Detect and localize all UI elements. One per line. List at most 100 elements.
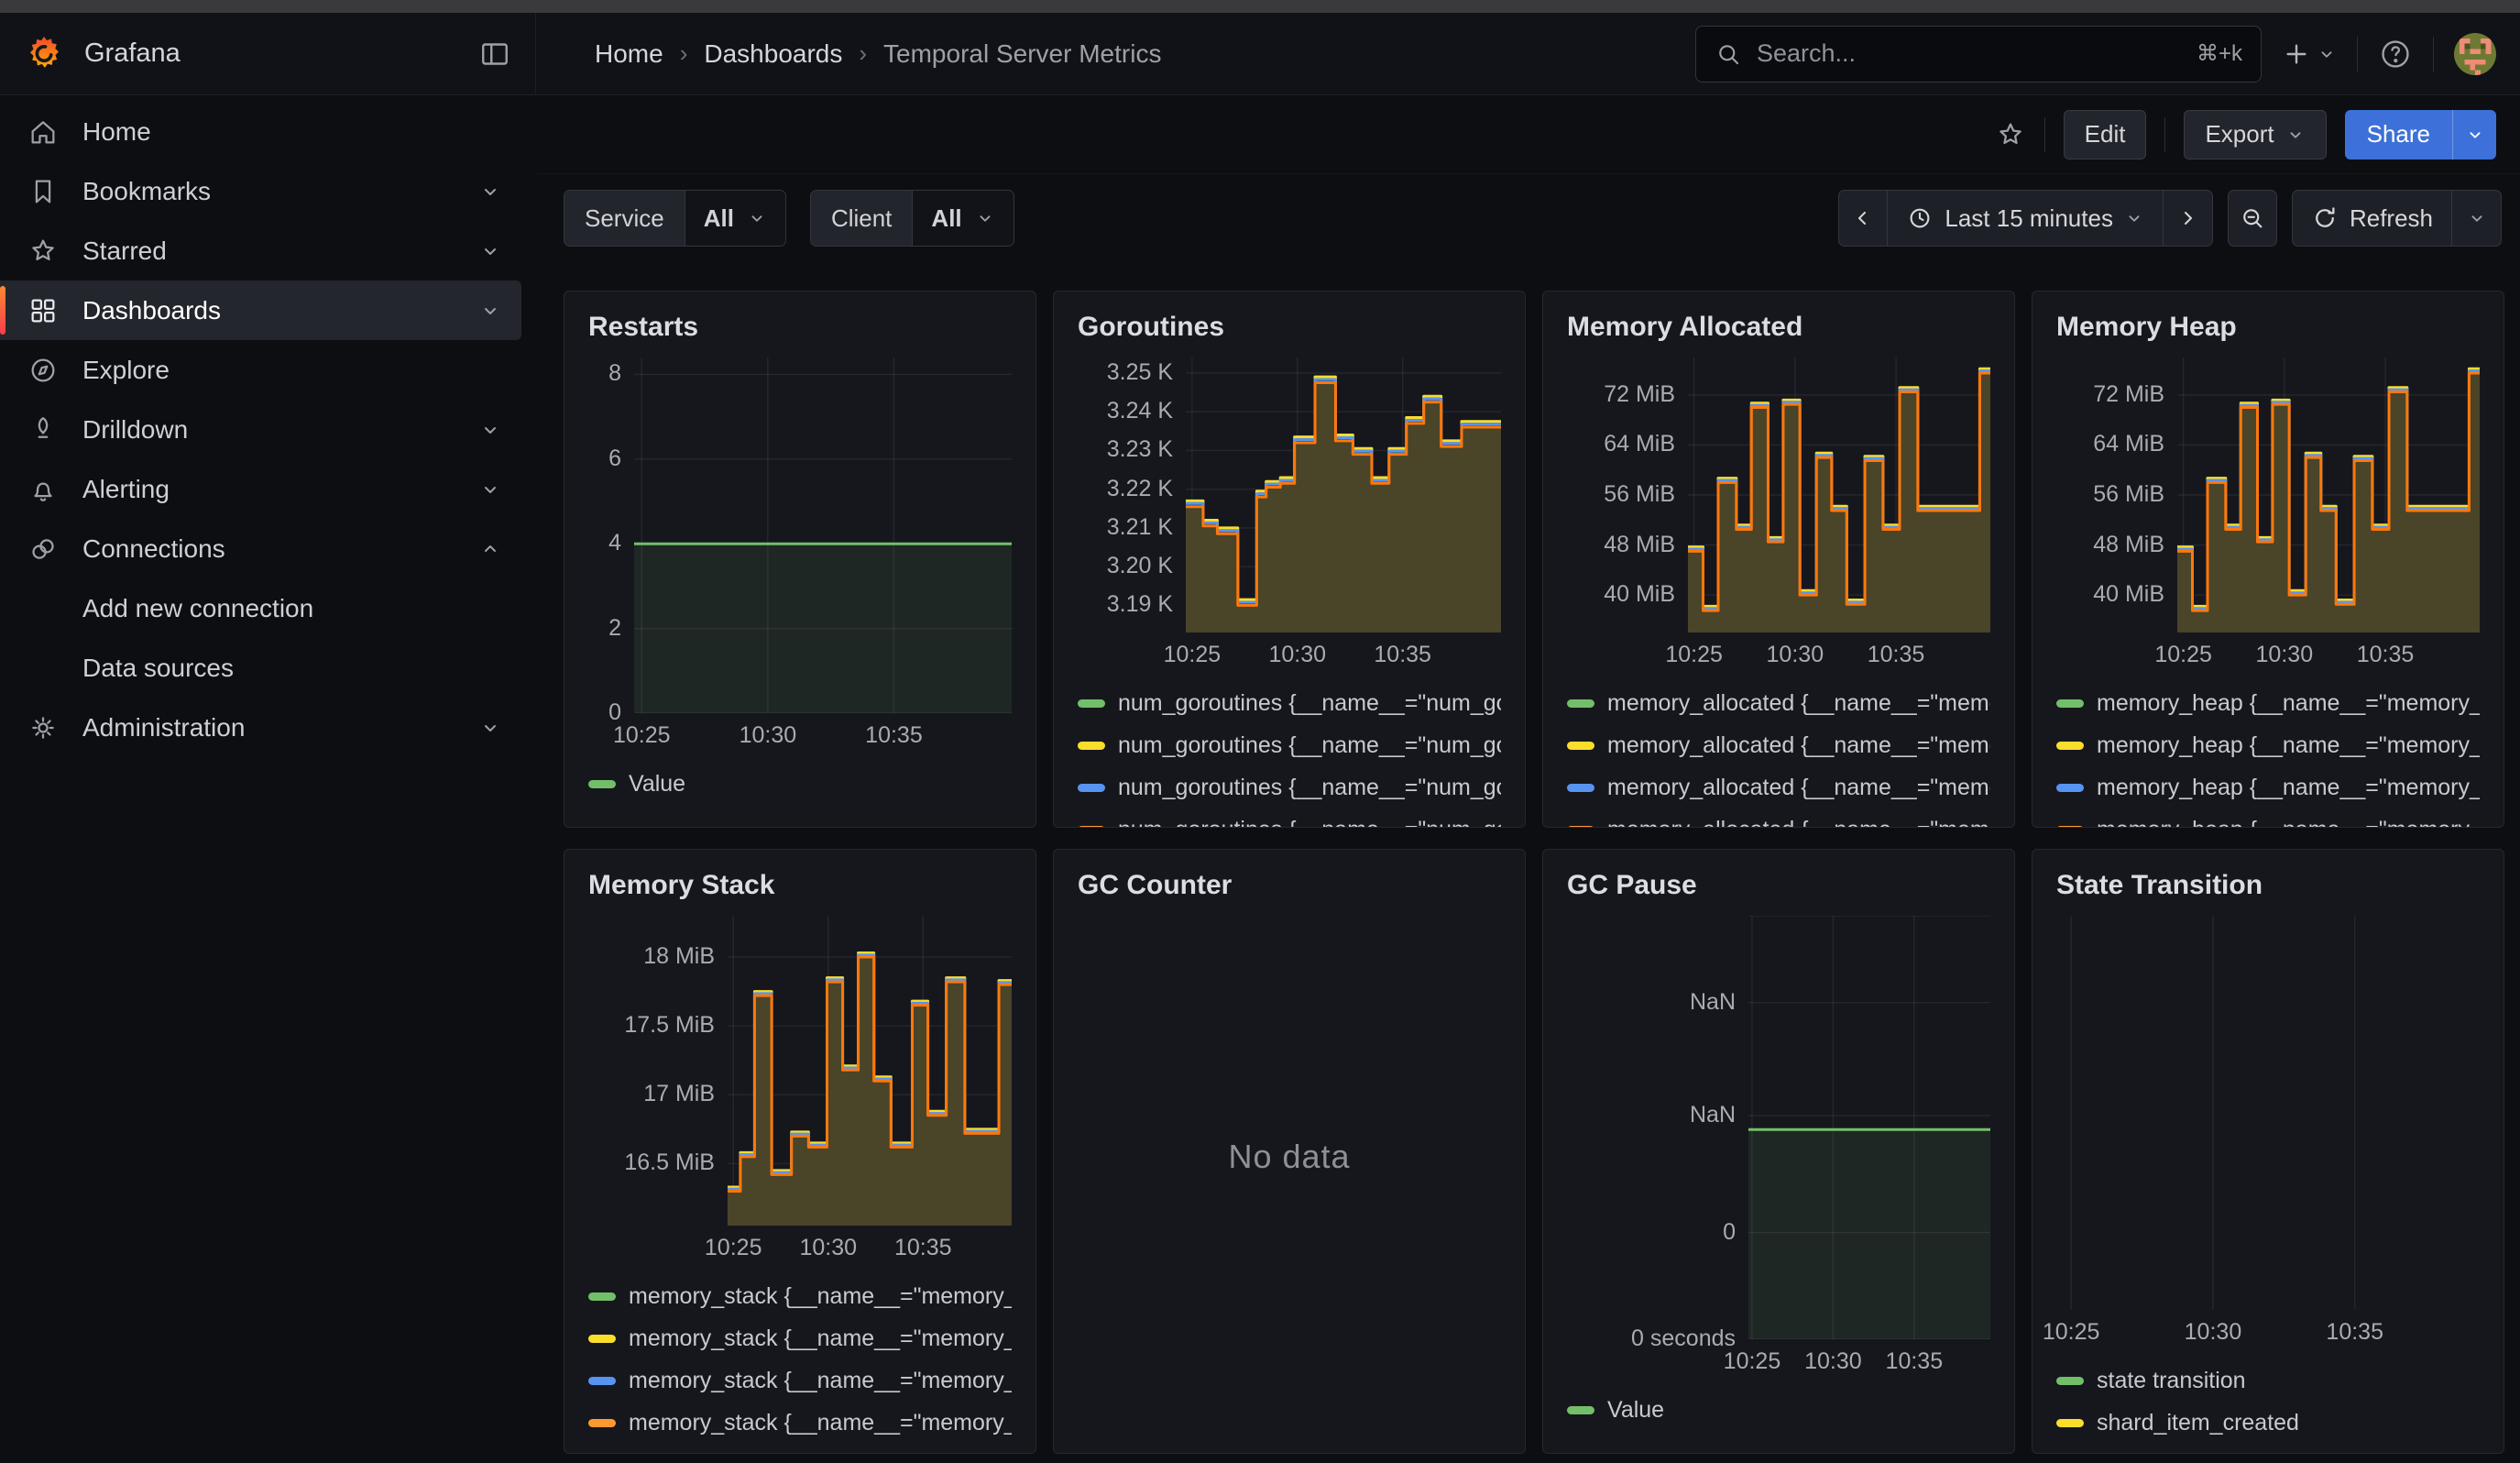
legend-item[interactable]: state transition <box>2056 1359 2480 1402</box>
chevron-up-icon[interactable] <box>479 538 501 560</box>
filter-value-dropdown[interactable]: All <box>913 191 1013 246</box>
plot-region[interactable] <box>634 358 1012 713</box>
legend-series-color <box>588 1335 616 1343</box>
y-axis: NaNNaN00 seconds <box>1567 916 1748 1339</box>
legend-item[interactable]: memory_allocated {__name__="memo <box>1567 766 1990 808</box>
chevron-left-icon <box>1852 207 1874 229</box>
breadcrumb-item[interactable]: Home <box>595 39 663 69</box>
legend-item[interactable]: num_goroutines {__name__="num_go <box>1078 724 1501 766</box>
x-axis: 10:2510:3010:35 <box>634 713 1012 757</box>
legend-item[interactable]: memory_stack {__name__="memory_s <box>588 1402 1012 1444</box>
legend-series-color <box>2056 699 2084 708</box>
zoom-out-button[interactable] <box>2228 190 2277 247</box>
legend-item[interactable]: num_goroutines {__name__="num_go <box>1078 766 1501 808</box>
nav-left: Grafana <box>0 13 536 94</box>
filter-value-dropdown[interactable]: All <box>685 191 785 246</box>
breadcrumb-item[interactable]: Dashboards <box>704 39 842 69</box>
share-menu-button[interactable] <box>2452 110 2496 160</box>
sidebar-toggle-icon[interactable] <box>478 38 511 71</box>
legend-item[interactable]: memory_stack {__name__="memory_s <box>588 1317 1012 1359</box>
avatar[interactable] <box>2454 33 2496 75</box>
refresh-button[interactable]: Refresh <box>2292 190 2452 247</box>
chevron-down-icon <box>2465 125 2485 145</box>
favorite-star-button[interactable] <box>1995 119 2026 150</box>
chevron-down-icon[interactable] <box>479 300 501 322</box>
time-range-picker[interactable]: Last 15 minutes <box>1888 190 2164 247</box>
sidebar-item-home[interactable]: Home <box>0 102 521 161</box>
plot-region[interactable] <box>2177 358 2480 632</box>
y-tick-label: 72 MiB <box>2093 381 2164 408</box>
refresh-interval-button[interactable] <box>2452 190 2502 247</box>
chevron-down-icon[interactable] <box>479 717 501 739</box>
legend-item[interactable]: memory_heap {__name__="memory_h <box>2056 766 2480 808</box>
panel-title[interactable]: Memory Allocated <box>1567 312 1990 343</box>
legend-item[interactable]: num_goroutines {__name__="num_go <box>1078 682 1501 724</box>
panel-title[interactable]: Memory Stack <box>588 870 1012 901</box>
legend-label: memory_stack {__name__="memory_s <box>629 1326 1012 1352</box>
sidebar-item-dashboards[interactable]: Dashboards <box>0 280 521 340</box>
sidebar-item-explore[interactable]: Explore <box>0 340 521 400</box>
grafana-logo-icon[interactable] <box>24 34 64 74</box>
legend-item[interactable]: memory_heap {__name__="memory_h <box>2056 682 2480 724</box>
plot-region[interactable] <box>728 916 1012 1226</box>
sidebar-item-connections[interactable]: Connections <box>0 519 521 578</box>
plot-region[interactable] <box>2056 916 2480 1310</box>
panel-title[interactable]: State Transition <box>2056 870 2480 901</box>
sidebar-item-bookmarks[interactable]: Bookmarks <box>0 161 521 221</box>
share-button[interactable]: Share <box>2345 110 2452 160</box>
add-new-button[interactable] <box>2282 39 2337 69</box>
chevron-right-icon <box>2176 207 2198 229</box>
sidebar-item-label: Administration <box>82 713 455 742</box>
time-back-button[interactable] <box>1838 190 1888 247</box>
y-tick-label: 3.19 K <box>1107 591 1173 618</box>
legend-item[interactable]: num_goroutines {__name__="num_go <box>1078 808 1501 827</box>
sidebar-item-drilldown[interactable]: Drilldown <box>0 400 521 459</box>
panel-title[interactable]: Goroutines <box>1078 312 1501 343</box>
x-axis: 10:2510:3010:35 <box>1748 1339 1990 1383</box>
legend-item[interactable]: memory_heap {__name__="memory_h <box>2056 724 2480 766</box>
gear-icon-slot <box>27 712 59 743</box>
legend-item[interactable]: shard_item_created <box>2056 1402 2480 1444</box>
plot-region[interactable] <box>1186 358 1501 632</box>
legend-item[interactable]: memory_stack {__name__="memory_s <box>588 1359 1012 1402</box>
panel-title[interactable]: Memory Heap <box>2056 312 2480 343</box>
sidebar-item-administration[interactable]: Administration <box>0 698 521 757</box>
chevron-down-icon[interactable] <box>479 240 501 262</box>
sidebar-item-add-new-connection[interactable]: Add new connection <box>0 578 521 638</box>
plot-region[interactable] <box>1688 358 1990 632</box>
legend-item[interactable]: memory_heap {__name__="memory_h <box>2056 808 2480 827</box>
chevron-down-icon[interactable] <box>479 478 501 500</box>
legend-item[interactable]: Value <box>588 763 1012 805</box>
chevron-down-icon[interactable] <box>479 181 501 203</box>
sidebar-item-starred[interactable]: Starred <box>0 221 521 280</box>
panel-title[interactable]: Restarts <box>588 312 1012 343</box>
export-button[interactable]: Export <box>2184 110 2326 160</box>
legend-item[interactable]: memory_allocated {__name__="memo <box>1567 682 1990 724</box>
sidebar-item-alerting[interactable]: Alerting <box>0 459 521 519</box>
panel-title[interactable]: GC Pause <box>1567 870 1990 901</box>
active-indicator <box>0 286 5 335</box>
search-input[interactable]: Search... ⌘+k <box>1695 26 2262 82</box>
sidebar-item-data-sources[interactable]: Data sources <box>0 638 521 698</box>
help-button[interactable] <box>2378 37 2413 72</box>
plot-region[interactable] <box>1748 916 1990 1339</box>
chevron-down-icon <box>2124 208 2144 228</box>
edit-button[interactable]: Edit <box>2064 110 2147 160</box>
y-tick-label: NaN <box>1690 1102 1736 1128</box>
legend-item[interactable]: Value <box>1567 1389 1990 1431</box>
legend-label: memory_allocated {__name__="memo <box>1607 732 1990 759</box>
legend-item[interactable]: memory_stack {__name__="memory_s <box>588 1275 1012 1317</box>
legend-item[interactable]: memory_allocated {__name__="memo <box>1567 808 1990 827</box>
question-icon <box>2378 37 2413 72</box>
breadcrumb-separator-icon: › <box>680 39 688 68</box>
chevron-down-icon[interactable] <box>479 419 501 441</box>
panel-title[interactable]: GC Counter <box>1078 870 1501 901</box>
x-tick-label: 10:30 <box>1804 1348 1862 1375</box>
legend-item[interactable]: memory_allocated {__name__="memo <box>1567 724 1990 766</box>
y-tick-label: 3.22 K <box>1107 476 1173 502</box>
plus-icon <box>2282 39 2311 69</box>
legend-series-color <box>2056 826 2084 828</box>
nav-divider <box>2433 37 2434 72</box>
time-forward-button[interactable] <box>2164 190 2213 247</box>
chevron-down-icon <box>747 208 767 228</box>
